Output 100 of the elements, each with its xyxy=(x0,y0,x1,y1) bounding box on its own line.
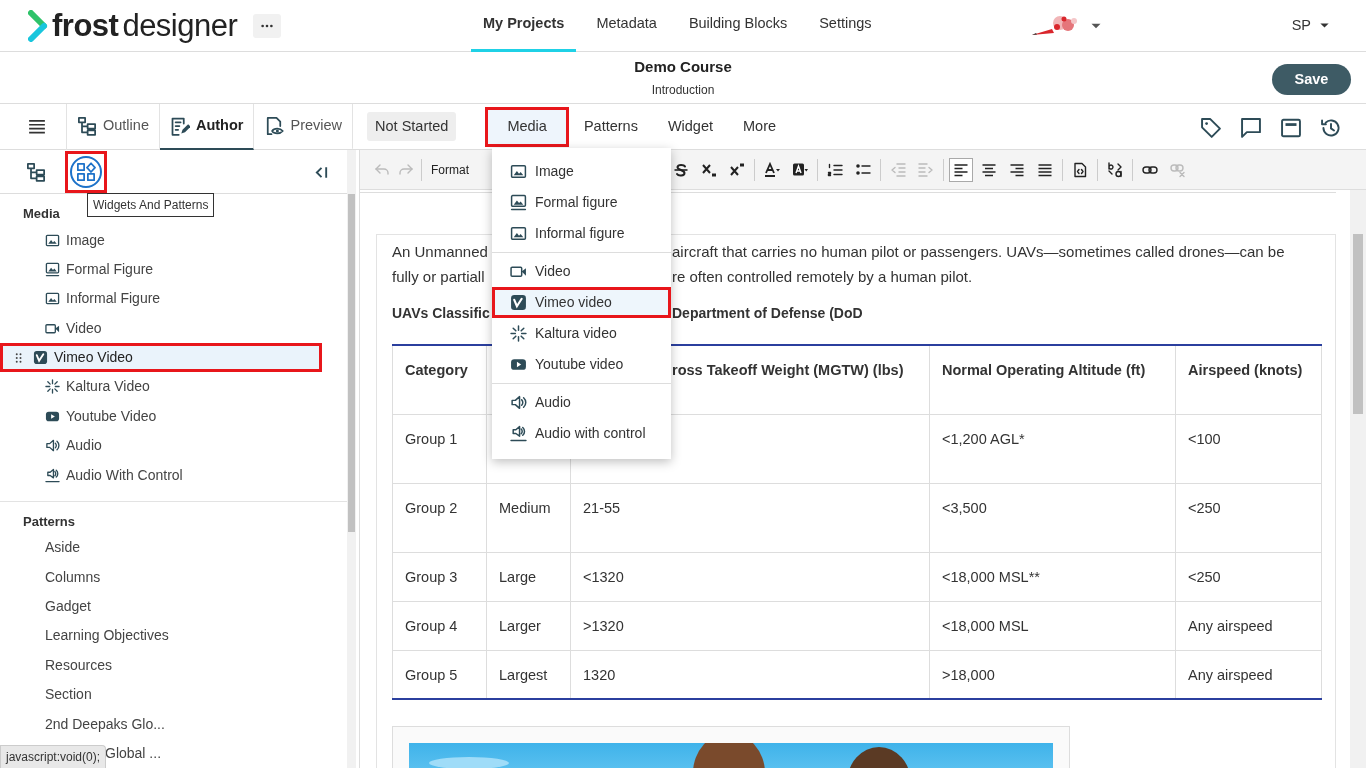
align-left-icon xyxy=(953,161,969,178)
menu-tab[interactable]: Patterns xyxy=(568,106,653,147)
section-heading: Patterns xyxy=(23,513,76,529)
table-cell: <1,200 AGL* xyxy=(929,414,1176,483)
logo-icon xyxy=(28,9,48,42)
scrollbar-thumb[interactable] xyxy=(348,194,355,532)
view-tab[interactable]: Outline xyxy=(67,103,160,150)
comment-button[interactable] xyxy=(1240,115,1262,138)
text-line: UAVs Classific xyxy=(392,304,490,323)
image-icon xyxy=(45,291,60,307)
table-cell: <250 xyxy=(1175,483,1322,552)
comment-icon xyxy=(1240,117,1262,140)
menu-item[interactable]: Informal figure xyxy=(492,218,671,249)
menu-item[interactable]: Image xyxy=(492,156,671,187)
view-tab[interactable]: Preview xyxy=(254,103,354,150)
nav-link[interactable]: Metadata xyxy=(584,0,669,52)
menu-tab[interactable]: More xyxy=(728,106,792,147)
text-line: re often controlled remotely by a human pilot. xyxy=(672,267,974,287)
nav-link[interactable]: My Projects xyxy=(471,0,577,52)
user-menu[interactable]: SP xyxy=(1291,14,1330,37)
outline-icon xyxy=(77,115,97,136)
tooltip: Widgets And Patterns xyxy=(87,193,215,217)
play-button-icon xyxy=(510,356,527,373)
panel-tab[interactable] xyxy=(65,150,107,193)
table-cell: <3,500 xyxy=(929,483,1176,552)
collapse-icon xyxy=(314,164,329,180)
sidebar-item[interactable]: 2nd Deepaks Glo... xyxy=(0,709,322,739)
menu-tab[interactable]: Widget xyxy=(652,106,729,147)
tag-button[interactable] xyxy=(1200,115,1222,138)
table-cell: Group 4 xyxy=(392,601,487,650)
table-cell: 21-55 xyxy=(570,483,930,552)
sidebar-item[interactable]: Image xyxy=(0,225,322,255)
table-cell: <100 xyxy=(1175,414,1322,483)
text-line: aircraft that carries no human pilot or passengers. UAVs—sometimes called drones—can be xyxy=(672,242,1286,262)
highlight-color-icon xyxy=(792,161,808,178)
align-right-icon xyxy=(1009,161,1025,178)
menu-item[interactable]: Vimeo video xyxy=(492,287,671,318)
more-button[interactable] xyxy=(253,13,282,38)
sidebar-item[interactable]: Video xyxy=(0,313,322,343)
nav-link[interactable]: Settings xyxy=(807,0,884,52)
image-icon xyxy=(510,194,527,211)
speaker-icon xyxy=(45,467,60,483)
document-pencil-icon xyxy=(169,115,190,136)
menu-item[interactable]: Formal figure xyxy=(492,187,671,218)
document-eye-icon xyxy=(264,115,285,136)
sidebar-item[interactable]: Audio xyxy=(0,431,322,461)
course-subtitle: Introduction xyxy=(651,82,715,100)
menu-tab[interactable]: Media xyxy=(485,106,569,147)
speaker-icon xyxy=(510,425,527,442)
status-badge: Not Started xyxy=(367,111,457,142)
table-cell: Any airspeed xyxy=(1175,601,1322,650)
panel-icon xyxy=(1280,117,1302,140)
sidebar-item[interactable]: Audio With Control xyxy=(0,460,322,490)
strikethrough-icon xyxy=(673,161,689,178)
v-mark-icon xyxy=(510,294,527,311)
outdent-icon xyxy=(890,161,906,178)
menu-item[interactable]: Video xyxy=(492,256,671,287)
sparkle-icon xyxy=(510,325,527,342)
text-line: Department of Defense (DoD xyxy=(672,304,864,323)
caret-icon xyxy=(1319,20,1330,31)
table-cell: >1320 xyxy=(570,601,930,650)
sidebar-item[interactable]: Learning Objectives xyxy=(0,621,322,651)
widgets-icon xyxy=(76,161,96,182)
speaker-icon xyxy=(510,394,527,411)
sidebar-item[interactable]: Informal Figure xyxy=(0,284,322,314)
table-cell: Group 3 xyxy=(392,552,487,601)
sidebar-item[interactable]: Formal Figure xyxy=(0,254,322,285)
save-button[interactable]: Save xyxy=(1272,64,1351,95)
sidebar-item[interactable]: Youtube Video xyxy=(0,401,322,431)
sidebar-item[interactable]: Gadget xyxy=(0,591,322,622)
brand-name: designer xyxy=(122,10,238,41)
sidebar-item[interactable]: Resources xyxy=(0,650,322,681)
table-cell: Group 5 xyxy=(392,650,487,699)
table-cell: <18,000 MSL** xyxy=(929,552,1176,601)
table-cell: <1320 xyxy=(570,552,930,601)
view-tab[interactable]: Author xyxy=(159,103,255,150)
indent-icon xyxy=(918,161,934,178)
table-cell: Medium xyxy=(486,483,571,552)
table-cell: Group 2 xyxy=(392,483,487,552)
column-header: Airspeed (knots) xyxy=(1175,345,1322,414)
sidebar-item[interactable]: Vimeo Video xyxy=(0,342,322,373)
v-mark-icon xyxy=(33,350,48,366)
unlink-icon xyxy=(1170,161,1186,178)
superscript-icon xyxy=(729,161,745,178)
tag-icon xyxy=(1200,117,1222,140)
align-left-button[interactable] xyxy=(949,157,973,182)
link-tooltip: javascript:void(0); xyxy=(0,745,107,768)
sidebar-item[interactable]: Kaltura Video xyxy=(0,372,322,402)
numbered-list-icon xyxy=(827,161,843,178)
outline-icon xyxy=(26,161,46,182)
scrollbar-thumb[interactable] xyxy=(1353,234,1363,414)
sidebar-item[interactable]: Columns xyxy=(0,562,322,592)
sidebar-item[interactable]: Aside xyxy=(0,533,322,563)
nav-link[interactable]: Building Blocks xyxy=(676,0,800,52)
sparkle-icon xyxy=(45,379,60,395)
sidebar-item[interactable]: Section xyxy=(0,680,322,710)
justify-icon xyxy=(1037,161,1053,178)
menu-item[interactable]: Audio with control xyxy=(492,418,671,449)
speaker-icon xyxy=(45,438,60,454)
text-line: An Unmanned xyxy=(392,242,488,262)
